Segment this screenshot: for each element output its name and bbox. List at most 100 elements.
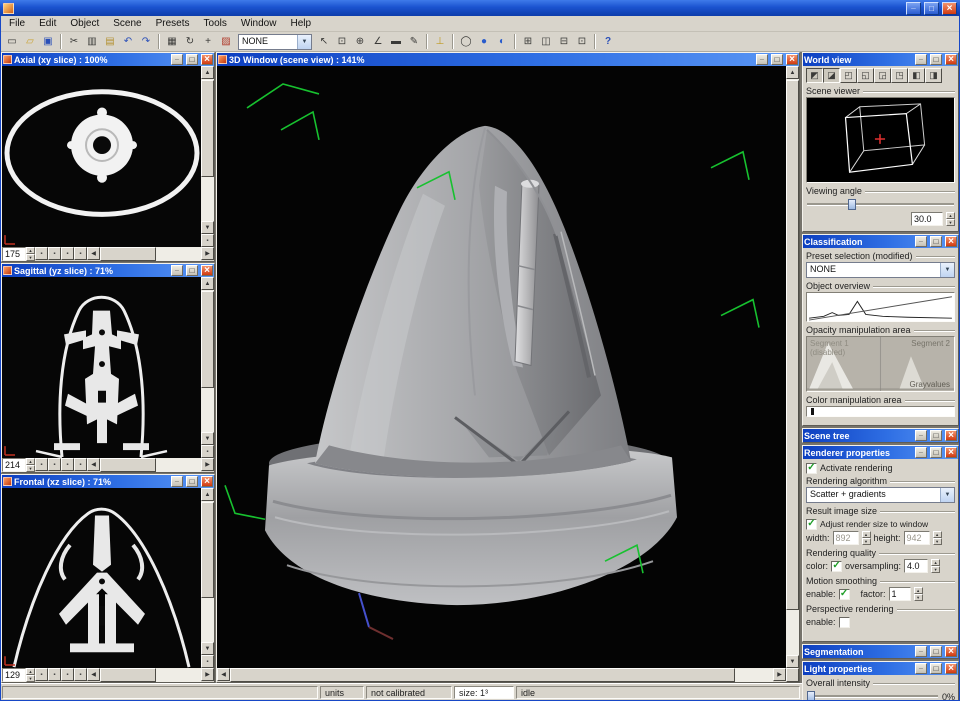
redo-button[interactable]: ↷	[137, 34, 155, 50]
slice-tool-button[interactable]	[201, 655, 214, 668]
paste-button[interactable]: ▤	[101, 34, 119, 50]
camera-orbit-button[interactable]: ◪	[823, 68, 840, 83]
maximize-button[interactable]	[930, 447, 942, 458]
motion-enable-checkbox[interactable]	[839, 589, 850, 600]
axial-titlebar[interactable]: Axial (xy slice) : 100%	[2, 53, 214, 66]
overall-intensity-slider[interactable]	[806, 691, 939, 701]
close-button[interactable]	[945, 663, 957, 674]
minimize-button[interactable]	[171, 265, 183, 276]
scroll-right-icon[interactable]	[201, 458, 214, 471]
close-button[interactable]	[786, 54, 798, 65]
slice-lock-button[interactable]	[48, 247, 61, 260]
viewing-angle-spinner[interactable]	[946, 212, 955, 226]
maximize-button[interactable]	[930, 54, 942, 65]
scrollbar-thumb[interactable]	[201, 502, 214, 598]
minimize-button[interactable]	[756, 54, 768, 65]
menu-presets[interactable]: Presets	[149, 17, 197, 30]
scroll-left-icon[interactable]	[87, 247, 100, 260]
scroll-right-icon[interactable]	[773, 668, 786, 681]
menu-help[interactable]: Help	[283, 17, 318, 30]
scrollbar-thumb[interactable]	[201, 80, 214, 177]
axial-slice-image[interactable]	[2, 66, 201, 247]
maximize-button[interactable]	[930, 236, 942, 247]
world-view-titlebar[interactable]: World view	[803, 53, 958, 66]
render-height-field[interactable]: 942	[904, 531, 930, 545]
open-file-button[interactable]: ▱	[21, 34, 39, 50]
scroll-down-icon[interactable]	[201, 432, 214, 445]
close-button[interactable]	[945, 54, 957, 65]
close-button[interactable]	[945, 430, 957, 441]
menu-object[interactable]: Object	[63, 17, 106, 30]
copy-button[interactable]: ▥	[83, 34, 101, 50]
adjust-render-size-checkbox[interactable]	[806, 519, 817, 530]
close-button[interactable]	[945, 236, 957, 247]
scrollbar-thumb[interactable]	[786, 80, 799, 610]
save-file-button[interactable]: ▣	[39, 34, 57, 50]
maximize-button[interactable]	[771, 54, 783, 65]
undo-button[interactable]: ↶	[119, 34, 137, 50]
slice-scrollbar-thumb[interactable]	[100, 247, 156, 261]
render-width-spinner[interactable]	[862, 531, 871, 545]
maximize-button[interactable]	[930, 663, 942, 674]
scroll-down-icon[interactable]	[201, 642, 214, 655]
minimize-button[interactable]	[915, 54, 927, 65]
slice-settings-button[interactable]	[74, 458, 87, 471]
wireframe-sphere-button[interactable]: ◯	[457, 34, 475, 50]
oversampling-field[interactable]: 4.0	[904, 559, 928, 573]
slice-index-field[interactable]: 129	[2, 668, 26, 682]
object-overview-graph[interactable]	[806, 292, 955, 322]
sagittal-titlebar[interactable]: Sagittal (yz slice) : 71%	[2, 264, 214, 277]
frontal-titlebar[interactable]: Frontal (xz slice) : 71%	[2, 475, 214, 488]
vertical-scrollbar[interactable]	[201, 66, 214, 247]
slice-settings-button[interactable]	[74, 668, 87, 681]
slice-sync-button[interactable]	[35, 247, 48, 260]
minimize-button[interactable]	[915, 430, 927, 441]
cut-button[interactable]: ✂	[65, 34, 83, 50]
crosshair-tool-button[interactable]: +	[199, 34, 217, 50]
opacity-manipulation-area[interactable]: Segment 1 (disabled) Segment 2 Grayvalue…	[806, 336, 955, 392]
perspective-enable-checkbox[interactable]	[839, 617, 850, 628]
frontal-slice-image[interactable]	[2, 488, 201, 668]
new-file-button[interactable]: ▭	[3, 34, 21, 50]
render-height-spinner[interactable]	[933, 531, 942, 545]
rotate-tool-button[interactable]: ↻	[181, 34, 199, 50]
scroll-up-icon[interactable]	[201, 66, 214, 79]
slice-tool-button[interactable]	[201, 234, 214, 247]
menu-edit[interactable]: Edit	[32, 17, 63, 30]
minimize-button[interactable]	[171, 54, 183, 65]
slice-tool-button[interactable]	[201, 445, 214, 458]
slice-sync-button[interactable]	[35, 458, 48, 471]
slice-lock-button[interactable]	[48, 458, 61, 471]
scroll-down-icon[interactable]	[201, 221, 214, 234]
renderer-titlebar[interactable]: Renderer properties	[803, 446, 958, 459]
layout-single-button[interactable]: ⊡	[573, 34, 591, 50]
close-button[interactable]	[201, 476, 213, 487]
preset-selection-combo[interactable]: NONE	[806, 262, 955, 278]
minimize-button[interactable]	[915, 236, 927, 247]
render-width-field[interactable]: 892	[833, 531, 859, 545]
slice-scrollbar-track[interactable]	[100, 458, 201, 472]
scroll-left-icon[interactable]	[217, 668, 230, 681]
slice-grid-button[interactable]: ▦	[163, 34, 181, 50]
camera-reset-button[interactable]: ◩	[806, 68, 823, 83]
slice-scrollbar-track[interactable]	[100, 247, 201, 261]
maximize-button[interactable]	[930, 646, 942, 657]
classification-titlebar[interactable]: Classification	[803, 235, 958, 248]
scrollbar-track[interactable]	[201, 79, 214, 221]
slice-copy-button[interactable]	[61, 668, 74, 681]
scrollbar-thumb[interactable]	[230, 668, 735, 682]
view-left-button[interactable]: ◲	[874, 68, 891, 83]
minimize-button[interactable]	[915, 646, 927, 657]
scroll-up-icon[interactable]	[786, 66, 799, 79]
scrollbar-track[interactable]	[230, 668, 773, 682]
oversampling-spinner[interactable]	[931, 559, 940, 573]
scroll-up-icon[interactable]	[201, 277, 214, 290]
scroll-right-icon[interactable]	[201, 247, 214, 260]
pointer-tool-button[interactable]: ↖	[315, 34, 333, 50]
color-manipulation-area[interactable]	[806, 406, 955, 417]
slice-index-field[interactable]: 175	[2, 247, 26, 261]
angle-measure-tool-button[interactable]: ∠	[369, 34, 387, 50]
half-sphere-button[interactable]: ◐	[493, 34, 511, 50]
combo-dropdown-icon[interactable]	[940, 488, 954, 502]
minimize-button[interactable]	[171, 476, 183, 487]
